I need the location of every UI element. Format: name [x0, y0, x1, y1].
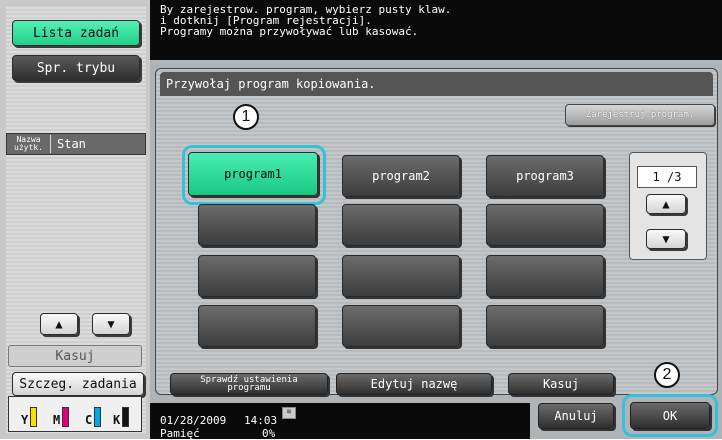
mode-check-button[interactable]: Spr. trybu	[12, 55, 140, 81]
page-up-button[interactable]: ▲	[646, 194, 686, 214]
empty-program-slot[interactable]	[486, 305, 604, 347]
job-details-button[interactable]: Szczeg. zadania	[12, 372, 144, 396]
program-button-2[interactable]: program2	[342, 155, 460, 197]
toner-black: K	[113, 403, 130, 427]
program-button-3[interactable]: program3	[486, 155, 604, 197]
empty-program-slot[interactable]	[342, 204, 460, 246]
empty-program-slot[interactable]	[486, 204, 604, 246]
job-list-button[interactable]: Lista zadań	[12, 20, 140, 46]
callout-2: 2	[654, 362, 680, 388]
page-down-button[interactable]: ▼	[646, 229, 686, 249]
scroll-down-button[interactable]: ▼	[92, 313, 130, 335]
arrow-up-icon: ▲	[55, 317, 63, 331]
page-indicator-text: 1 /3	[652, 170, 682, 184]
column-user: Nazwa użytk.	[7, 135, 51, 153]
callout-number: 1	[241, 108, 251, 125]
delete-program-button[interactable]: Kasuj	[508, 373, 614, 395]
mode-check-label: Spr. trybu	[36, 60, 116, 76]
job-table-header: Nazwa użytk. Stan	[6, 133, 146, 155]
status-bar: 01/28/2009 14:03 ≋ Pamięć 0%	[150, 403, 530, 440]
program-button-1[interactable]: program1	[188, 152, 318, 196]
cancel-label: Anuluj	[554, 409, 598, 423]
job-details-label: Szczeg. zadania	[19, 376, 137, 392]
program-label: program3	[516, 169, 574, 183]
toner-yellow: Y	[21, 403, 38, 427]
program-label: program1	[224, 167, 282, 181]
callout-1: 1	[233, 104, 259, 130]
scroll-up-button[interactable]: ▲	[40, 313, 78, 335]
instruction-message: By zarejestrow. program, wybierz pusty k…	[160, 4, 720, 37]
toner-black-bar	[122, 407, 130, 427]
memory-label: Pamięć	[160, 427, 200, 440]
callout-number: 2	[662, 366, 672, 383]
cancel-button[interactable]: Anuluj	[538, 403, 614, 429]
network-icon: ≋	[282, 407, 296, 419]
message-line: Programy można przywoływać lub kasować.	[160, 25, 419, 38]
check-settings-label: Sprawdź ustawienia programu	[200, 375, 298, 393]
toner-magenta: M	[53, 403, 70, 427]
delete-job-label: Kasuj	[55, 348, 95, 364]
toner-label: Y	[21, 413, 29, 427]
arrow-down-icon: ▼	[662, 232, 670, 246]
status-time: 14:03	[244, 414, 278, 427]
register-program-label: Zarejestruj program.	[585, 110, 695, 120]
empty-program-slot[interactable]	[342, 305, 460, 347]
empty-program-slot[interactable]	[198, 255, 316, 297]
empty-program-slot[interactable]	[342, 255, 460, 297]
empty-program-slot[interactable]	[486, 255, 604, 297]
toner-cyan: C	[85, 403, 102, 427]
toner-label: M	[53, 413, 61, 427]
toner-yellow-bar	[30, 407, 38, 427]
delete-program-label: Kasuj	[542, 377, 580, 391]
toner-label: K	[113, 413, 121, 427]
empty-program-slot[interactable]	[198, 204, 316, 246]
status-date: 01/28/2009	[160, 414, 227, 427]
ok-button[interactable]: OK	[630, 402, 710, 429]
arrow-down-icon: ▼	[107, 317, 115, 331]
column-status: Stan	[57, 137, 86, 151]
delete-job-button[interactable]: Kasuj	[8, 345, 142, 367]
toner-label: C	[85, 413, 93, 427]
register-program-button[interactable]: Zarejestruj program.	[565, 104, 715, 126]
toner-levels: Y M C K	[8, 396, 142, 432]
panel-title-text: Przywołaj program kopiowania.	[166, 77, 376, 91]
job-list-label: Lista zadań	[32, 25, 120, 41]
empty-program-slot[interactable]	[198, 305, 316, 347]
program-label: program2	[372, 169, 430, 183]
toner-magenta-bar	[62, 407, 70, 427]
ok-label: OK	[662, 408, 678, 423]
toner-cyan-bar	[94, 407, 102, 427]
panel-title: Przywołaj program kopiowania.	[160, 72, 713, 96]
memory-value: 0%	[262, 427, 276, 440]
check-program-settings-button[interactable]: Sprawdź ustawienia programu	[170, 373, 328, 395]
edit-name-label: Edytuj nazwę	[370, 377, 458, 391]
edit-name-button[interactable]: Edytuj nazwę	[336, 373, 492, 395]
arrow-up-icon: ▲	[662, 197, 670, 211]
page-indicator: 1 /3	[637, 166, 697, 188]
